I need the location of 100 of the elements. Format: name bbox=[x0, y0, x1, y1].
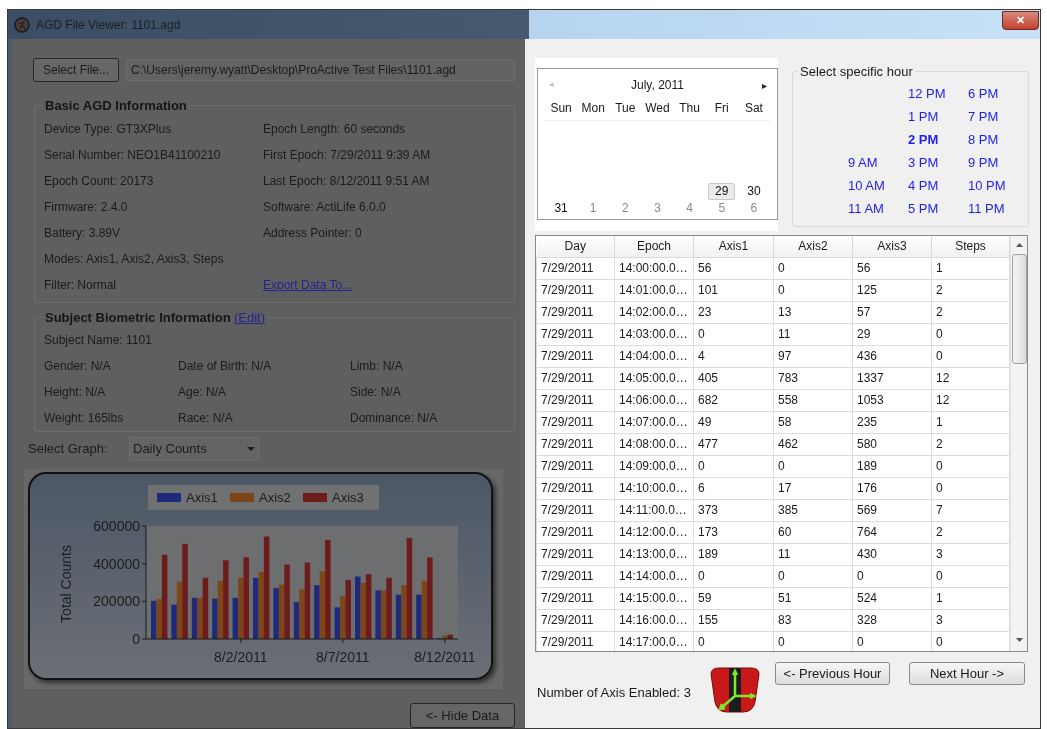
table-cell: 0 bbox=[931, 565, 1010, 587]
axis-count-text: Number of Axis Enabled: 3 bbox=[536, 684, 692, 702]
table-cell: 7/29/2011 bbox=[536, 279, 615, 301]
table-cell: 0 bbox=[773, 565, 853, 587]
y-axis-label: Total Counts bbox=[58, 545, 74, 623]
table-cell: 14:13:00.0… bbox=[614, 543, 694, 565]
table-cell: 2 bbox=[931, 301, 1010, 323]
table-cell: 7/29/2011 bbox=[536, 565, 615, 587]
table-cell: 7/29/2011 bbox=[536, 499, 615, 521]
table-cell: 58 bbox=[773, 411, 853, 433]
y-tick-label: 200000 bbox=[93, 593, 140, 610]
table-cell: 0 bbox=[693, 455, 774, 477]
table-cell: 13 bbox=[773, 301, 853, 323]
info-text: Dominance: N/A bbox=[350, 410, 438, 427]
table-cell: 57 bbox=[852, 301, 932, 323]
table-cell: 14:12:00.0… bbox=[614, 521, 694, 543]
table-cell: 7/29/2011 bbox=[536, 367, 615, 389]
table-cell: 14:09:00.0… bbox=[614, 455, 694, 477]
info-text: Gender: N/A bbox=[44, 358, 111, 375]
table-cell: 462 bbox=[773, 433, 853, 455]
table-cell: 7/29/2011 bbox=[536, 411, 615, 433]
table-cell: 0 bbox=[773, 257, 853, 279]
table-cell: 1053 bbox=[852, 389, 932, 411]
table-cell: 7/29/2011 bbox=[536, 323, 615, 345]
table-cell: 23 bbox=[693, 301, 774, 323]
table-cell: 101 bbox=[693, 279, 774, 301]
table-cell: 7 bbox=[931, 499, 1010, 521]
table-cell: 14:11:00.0… bbox=[614, 499, 694, 521]
legend-label: Axis1 bbox=[186, 490, 218, 505]
table-cell: 569 bbox=[852, 499, 932, 521]
table-cell: 125 bbox=[852, 279, 932, 301]
weekday-label: Sat bbox=[743, 100, 764, 117]
group-title: Basic AGD Information bbox=[44, 97, 188, 115]
table-cell: 7/29/2011 bbox=[536, 609, 615, 631]
table-cell: 7/29/2011 bbox=[536, 433, 615, 455]
table-cell: 1 bbox=[931, 411, 1010, 433]
table-cell: 7/29/2011 bbox=[536, 521, 615, 543]
table-cell: 0 bbox=[931, 345, 1010, 367]
table-cell: 14:00:00.0… bbox=[614, 257, 694, 279]
table-cell: 29 bbox=[852, 323, 932, 345]
group-title: Subject Biometric Information bbox=[45, 309, 231, 325]
table-cell: 56 bbox=[693, 257, 774, 279]
info-text: Modes: Axis1, Axis2, Axis3, Steps bbox=[44, 250, 224, 268]
info-text: Device Type: GT3XPlus bbox=[44, 120, 172, 138]
table-cell: 0 bbox=[773, 279, 853, 301]
table-cell: 328 bbox=[852, 609, 932, 631]
table-cell: 0 bbox=[773, 455, 853, 477]
info-text: Epoch Length: 60 seconds bbox=[263, 120, 406, 138]
month-title: July, 2011 bbox=[630, 77, 685, 94]
table-cell: 155 bbox=[693, 609, 774, 631]
info-text: Address Pointer: 0 bbox=[263, 224, 362, 242]
table-cell: 7/29/2011 bbox=[536, 345, 615, 367]
legend-label: Axis3 bbox=[332, 490, 364, 505]
table-cell: 7/29/2011 bbox=[536, 257, 615, 279]
table-cell: 436 bbox=[852, 345, 932, 367]
subject-name-text: Subject Name: 1101 bbox=[44, 332, 153, 349]
table-cell: 7/29/2011 bbox=[536, 543, 615, 565]
table-cell: 14:01:00.0… bbox=[614, 279, 694, 301]
table-cell: 0 bbox=[931, 323, 1010, 345]
table-cell: 373 bbox=[693, 499, 774, 521]
table-cell: 51 bbox=[773, 587, 853, 609]
table-cell: 11 bbox=[773, 323, 853, 345]
table-cell: 783 bbox=[773, 367, 853, 389]
table-cell: 2 bbox=[931, 433, 1010, 455]
table-cell: 14:16:00.0… bbox=[614, 609, 694, 631]
table-cell: 7/29/2011 bbox=[536, 631, 615, 651]
table-cell: 7/29/2011 bbox=[536, 477, 615, 499]
info-text: Limb: N/A bbox=[350, 358, 403, 375]
table-cell: 12 bbox=[931, 367, 1010, 389]
y-tick-label: 600000 bbox=[93, 518, 140, 534]
table-cell: 189 bbox=[693, 543, 774, 565]
table-cell: 0 bbox=[931, 477, 1010, 499]
table-cell: 49 bbox=[693, 411, 774, 433]
table-cell: 0 bbox=[852, 565, 932, 587]
table-cell: 7/29/2011 bbox=[536, 587, 615, 609]
weekday-label: Wed bbox=[644, 100, 671, 117]
x-tick-label: 8/7/2011 bbox=[316, 649, 370, 665]
table-cell: 6 bbox=[693, 477, 774, 499]
table-cell: 56 bbox=[852, 257, 932, 279]
table-cell: 1 bbox=[931, 587, 1010, 609]
info-text: Filter: Normal bbox=[44, 276, 116, 294]
table-cell: 59 bbox=[693, 587, 774, 609]
info-text: Serial Number: NEO1B41100210 bbox=[44, 146, 221, 164]
table-cell: 11 bbox=[773, 543, 853, 565]
table-cell: 235 bbox=[852, 411, 932, 433]
table-cell: 14:02:00.0… bbox=[614, 301, 694, 323]
table-cell: 173 bbox=[693, 521, 774, 543]
table-cell: 0 bbox=[693, 565, 774, 587]
table-cell: 7/29/2011 bbox=[536, 389, 615, 411]
table-cell: 1337 bbox=[852, 367, 932, 389]
weekday-label: Tue bbox=[614, 100, 637, 117]
info-text: Age: N/A bbox=[178, 384, 227, 401]
table-cell: 14:10:00.0… bbox=[614, 477, 694, 499]
table-cell: 189 bbox=[852, 455, 932, 477]
info-text: Battery: 3.89V bbox=[44, 224, 121, 242]
y-tick-label: 400000 bbox=[93, 555, 140, 572]
table-cell: 3 bbox=[931, 543, 1010, 565]
table-cell: 60 bbox=[773, 521, 853, 543]
table-cell: 385 bbox=[773, 499, 853, 521]
table-cell: 524 bbox=[852, 587, 932, 609]
